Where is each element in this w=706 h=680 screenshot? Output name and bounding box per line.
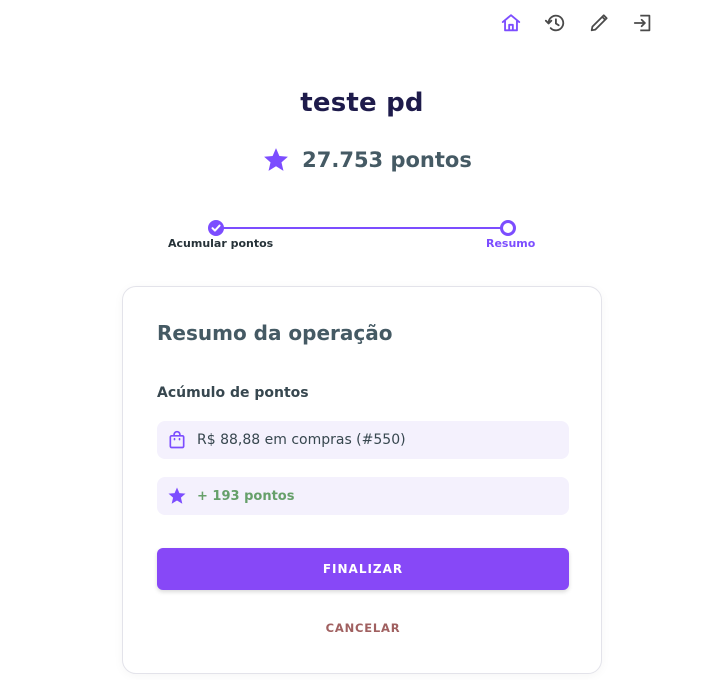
home-button[interactable] — [498, 10, 524, 36]
home-icon — [501, 14, 521, 32]
points-gain-text: + 193 pontos — [197, 488, 295, 504]
cancel-button[interactable]: CANCELAR — [157, 613, 569, 643]
star-icon — [264, 148, 289, 171]
user-name: teste pd — [300, 88, 424, 118]
purchase-row: R$ 88,88 em compras (#550) — [157, 421, 569, 459]
logout-button[interactable] — [630, 10, 656, 36]
top-navigation — [498, 10, 656, 36]
history-icon — [544, 14, 565, 32]
shopping-bag-icon — [169, 430, 185, 449]
check-icon — [211, 224, 221, 232]
step-1-label: Acumular pontos — [168, 237, 274, 250]
purchase-text: R$ 88,88 em compras (#550) — [197, 432, 406, 448]
stepper-line — [216, 227, 508, 229]
points-value: 27.753 pontos — [302, 148, 472, 172]
star-icon — [168, 487, 186, 504]
points-balance: 27.753 pontos — [0, 146, 706, 174]
step-2-indicator — [500, 220, 516, 236]
section-label: Acúmulo de pontos — [157, 385, 309, 401]
card-title: Resumo da operação — [157, 321, 393, 345]
edit-icon — [590, 14, 608, 32]
step-2-label: Resumo — [486, 237, 536, 250]
step-1-indicator — [208, 220, 224, 236]
points-gain-row: + 193 pontos — [157, 477, 569, 515]
logout-icon — [633, 14, 651, 32]
progress-stepper: Acumular pontos Resumo — [0, 219, 706, 259]
edit-button[interactable] — [586, 10, 612, 36]
summary-card: Resumo da operação Acúmulo de pontos R$ … — [122, 286, 602, 674]
history-button[interactable] — [542, 10, 568, 36]
finalize-button[interactable]: FINALIZAR — [157, 548, 569, 590]
